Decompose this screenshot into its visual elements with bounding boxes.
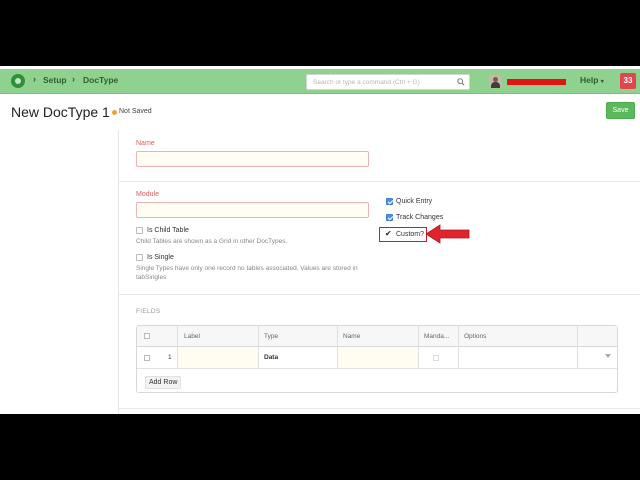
column-divider bbox=[577, 326, 578, 369]
row-label-cell[interactable] bbox=[178, 347, 258, 368]
col-mandatory: Manda... bbox=[424, 333, 450, 340]
track-changes-checkbox[interactable] bbox=[386, 214, 393, 221]
quick-entry-label: Quick Entry bbox=[396, 198, 433, 205]
app-window: › Setup › DocType Search or type a comma… bbox=[0, 66, 640, 414]
column-divider bbox=[258, 326, 259, 369]
is-single-label: Is Single bbox=[147, 254, 174, 261]
fields-section-label: FIELDS bbox=[136, 308, 161, 315]
col-type: Type bbox=[264, 333, 279, 340]
select-all-checkbox[interactable] bbox=[144, 333, 150, 339]
custom-checkbox-highlight[interactable]: ✔ Custom? bbox=[379, 227, 427, 242]
column-divider bbox=[458, 326, 459, 369]
breadcrumb-setup[interactable]: Setup bbox=[43, 75, 67, 85]
help-menu[interactable]: Help ▾ bbox=[580, 75, 604, 85]
row-edit-chevron-icon[interactable] bbox=[605, 354, 611, 358]
fields-table: Label Type Name Manda... Options 1 Data bbox=[136, 325, 618, 393]
red-arrow-annotation-icon bbox=[426, 224, 470, 244]
help-label: Help bbox=[580, 75, 599, 85]
status-text: Not Saved bbox=[119, 108, 152, 115]
table-header: Label Type Name Manda... Options bbox=[137, 326, 617, 347]
chevron-right-icon: › bbox=[33, 74, 36, 84]
column-divider bbox=[177, 326, 178, 369]
app-logo-icon[interactable] bbox=[11, 74, 25, 88]
custom-label: Custom? bbox=[396, 231, 425, 238]
breadcrumb-doctype[interactable]: DocType bbox=[83, 75, 118, 85]
name-field[interactable] bbox=[136, 151, 369, 167]
col-options: Options bbox=[464, 333, 487, 340]
table-row[interactable]: 1 Data bbox=[137, 347, 617, 369]
is-child-table-checkbox[interactable] bbox=[136, 227, 143, 234]
avatar[interactable] bbox=[489, 75, 502, 88]
track-changes-label: Track Changes bbox=[396, 214, 444, 221]
row-index: 1 bbox=[168, 354, 172, 361]
quick-entry-checkbox[interactable] bbox=[386, 198, 393, 205]
is-child-table-label: Is Child Table bbox=[147, 227, 189, 234]
section-divider bbox=[119, 408, 640, 409]
col-name: Name bbox=[343, 333, 361, 340]
status-indicator-icon bbox=[112, 110, 117, 115]
chevron-right-icon: › bbox=[72, 74, 75, 84]
is-single-checkbox[interactable] bbox=[136, 254, 143, 261]
row-checkbox[interactable] bbox=[144, 355, 150, 361]
doctype-form: Name Module Is Child Table Child Tables … bbox=[118, 130, 640, 414]
module-field[interactable] bbox=[136, 202, 369, 218]
navbar: › Setup › DocType Search or type a comma… bbox=[0, 69, 640, 94]
is-single-help: Single Types have only one record no tab… bbox=[136, 265, 358, 281]
check-icon: ✔ bbox=[385, 229, 392, 238]
col-label: Label bbox=[184, 333, 200, 340]
row-mandatory-checkbox[interactable] bbox=[433, 355, 439, 361]
name-label: Name bbox=[136, 140, 155, 147]
section-divider bbox=[119, 181, 640, 182]
page-title: New DocType 1 bbox=[11, 104, 110, 120]
is-child-table-help: Child Tables are shown as a Grid in othe… bbox=[136, 238, 288, 245]
chevron-down-icon: ▾ bbox=[600, 79, 604, 85]
column-divider bbox=[337, 326, 338, 369]
search-placeholder: Search or type a command (Ctrl + G) bbox=[313, 79, 420, 86]
save-button[interactable]: Save bbox=[606, 102, 635, 119]
row-type-cell[interactable]: Data bbox=[264, 354, 278, 361]
column-divider bbox=[418, 326, 419, 369]
search-input[interactable]: Search or type a command (Ctrl + G) bbox=[306, 74, 470, 90]
module-label: Module bbox=[136, 191, 159, 198]
add-row-button[interactable]: Add Row bbox=[145, 376, 182, 389]
row-name-cell[interactable] bbox=[338, 347, 418, 368]
search-icon[interactable] bbox=[457, 78, 465, 86]
redacted-username bbox=[507, 79, 566, 85]
notifications-badge[interactable]: 33 bbox=[620, 73, 636, 89]
section-divider bbox=[119, 294, 640, 295]
